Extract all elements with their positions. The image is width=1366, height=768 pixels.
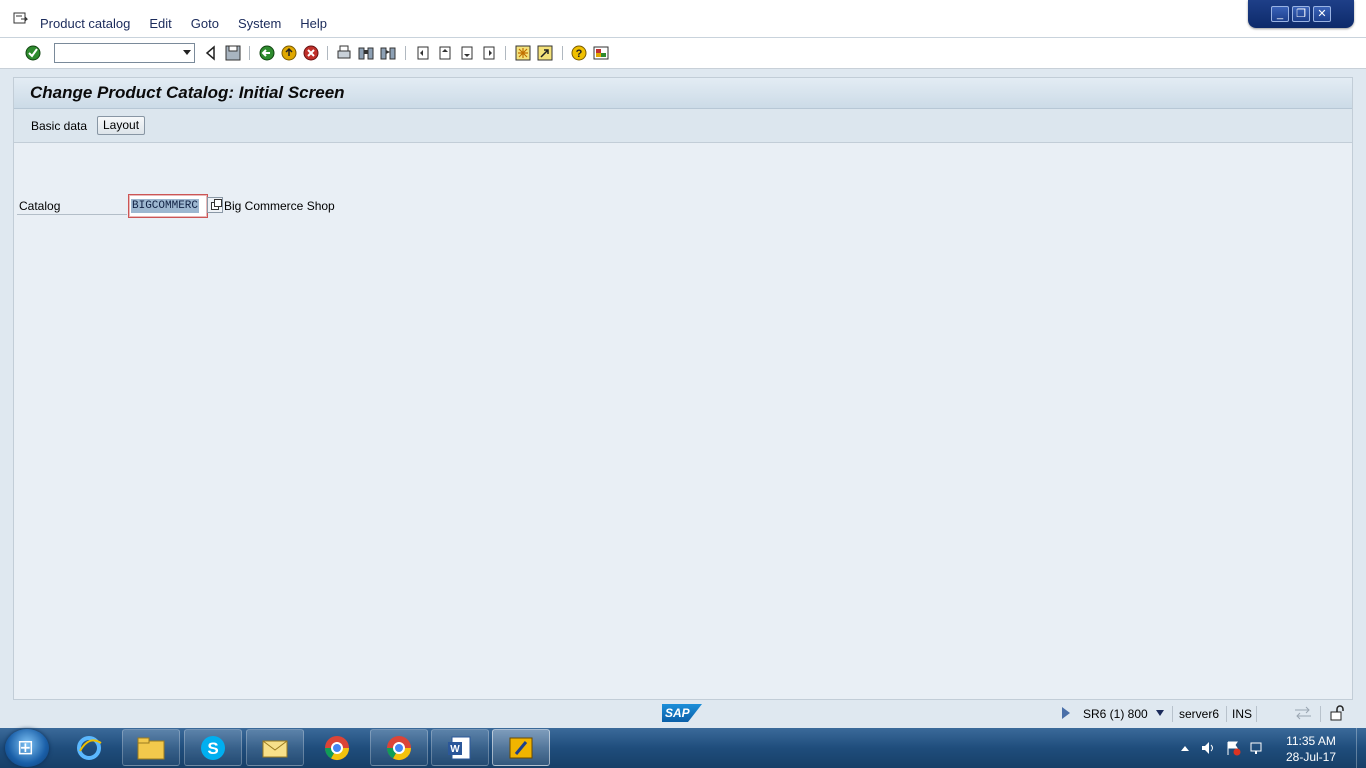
toolbar-separator	[562, 46, 563, 60]
last-page-icon[interactable]	[480, 44, 498, 62]
window-controls: _ ❐ ✕	[1248, 0, 1354, 28]
basic-data-button[interactable]: Basic data	[31, 119, 87, 133]
application-toolbar: Basic data Layout	[14, 109, 1352, 143]
layout-menu-icon[interactable]	[592, 44, 610, 62]
back-green-icon[interactable]	[258, 44, 276, 62]
standard-toolbar: ?	[0, 38, 1366, 69]
speaker-icon[interactable]	[1200, 740, 1216, 756]
first-page-icon[interactable]	[414, 44, 432, 62]
system-info: SR6 (1) 800	[1083, 707, 1148, 721]
toolbar-separator	[505, 46, 506, 60]
action-center-icon[interactable]	[1225, 740, 1241, 756]
show-hidden-icons[interactable]	[1180, 744, 1190, 752]
network-icon[interactable]	[1249, 740, 1265, 756]
page-title: Change Product Catalog: Initial Screen	[30, 83, 345, 102]
enter-icon[interactable]	[24, 44, 42, 62]
chrome-icon[interactable]	[370, 729, 428, 766]
windows-taskbar: S W 11:35 AM 28-Jul-17	[0, 728, 1366, 768]
find-icon[interactable]	[357, 44, 375, 62]
status-separator	[1320, 706, 1321, 722]
create-session-icon[interactable]	[514, 44, 532, 62]
menu-edit[interactable]: Edit	[149, 16, 171, 31]
next-page-icon[interactable]	[458, 44, 476, 62]
menu-system[interactable]: System	[238, 16, 281, 31]
print-icon[interactable]	[335, 44, 353, 62]
clock-date: 28-Jul-17	[1285, 750, 1337, 764]
back-icon[interactable]	[202, 44, 220, 62]
close-icon[interactable]: ✕	[1313, 6, 1331, 22]
word-icon[interactable]: W	[431, 729, 489, 766]
clock-time: 11:35 AM	[1286, 734, 1336, 748]
menu-product-catalog[interactable]: Product catalog	[40, 16, 130, 31]
menu-items: Product catalog Edit Goto System Help	[40, 16, 346, 31]
status-separator	[1226, 706, 1227, 722]
skype-icon[interactable]: S	[184, 729, 242, 766]
toolbar-separator	[405, 46, 406, 60]
command-input[interactable]	[55, 44, 175, 62]
file-explorer-icon[interactable]	[122, 729, 180, 766]
chevron-down-icon[interactable]	[183, 50, 191, 55]
status-separator	[1256, 706, 1257, 722]
menu-bar: Product catalog Edit Goto System Help _ …	[0, 0, 1366, 38]
sap-logon-icon[interactable]	[492, 729, 550, 766]
menu-goto[interactable]: Goto	[191, 16, 219, 31]
main-screen: Change Product Catalog: Initial Screen B…	[13, 77, 1353, 700]
toolbar-separator	[327, 46, 328, 60]
transfer-icon	[1295, 706, 1311, 720]
value-help-icon[interactable]	[207, 197, 223, 213]
layout-button[interactable]: Layout	[97, 116, 146, 135]
svg-text:S: S	[207, 739, 218, 758]
show-desktop-button[interactable]	[1356, 728, 1366, 768]
restore-icon[interactable]: ❐	[1292, 6, 1310, 22]
previous-page-icon[interactable]	[436, 44, 454, 62]
server-name: server6	[1179, 707, 1220, 721]
start-button[interactable]	[5, 729, 49, 767]
menu-help[interactable]: Help	[300, 16, 327, 31]
field-underline	[17, 214, 127, 215]
system-menu-icon[interactable]	[13, 12, 29, 26]
toolbar-separator	[249, 46, 250, 60]
minimize-icon[interactable]: _	[1271, 6, 1289, 22]
svg-text:W: W	[450, 744, 460, 755]
internet-explorer-icon[interactable]	[60, 729, 118, 766]
save-icon[interactable]	[224, 44, 242, 62]
lock-icon[interactable]	[1329, 705, 1345, 721]
chevron-down-icon[interactable]	[1155, 709, 1165, 717]
title-bar: Change Product Catalog: Initial Screen	[14, 78, 1352, 109]
play-icon[interactable]	[1062, 707, 1070, 719]
exit-icon[interactable]	[280, 44, 298, 62]
chrome-icon[interactable]	[308, 729, 366, 766]
outlook-icon[interactable]	[246, 729, 304, 766]
catalog-label: Catalog	[19, 199, 61, 213]
clock[interactable]: 11:35 AM 28-Jul-17	[1276, 733, 1346, 765]
help-icon[interactable]: ?	[570, 44, 588, 62]
cancel-icon[interactable]	[302, 44, 320, 62]
svg-text:?: ?	[576, 48, 583, 60]
command-field[interactable]	[54, 43, 195, 63]
create-shortcut-icon[interactable]	[536, 44, 554, 62]
find-next-icon[interactable]	[379, 44, 397, 62]
catalog-value: BIGCOMMERC	[131, 199, 200, 213]
catalog-description: Big Commerce Shop	[224, 199, 335, 213]
status-separator	[1172, 706, 1173, 722]
insert-mode[interactable]: INS	[1232, 707, 1252, 721]
catalog-input[interactable]: BIGCOMMERC	[128, 194, 208, 218]
